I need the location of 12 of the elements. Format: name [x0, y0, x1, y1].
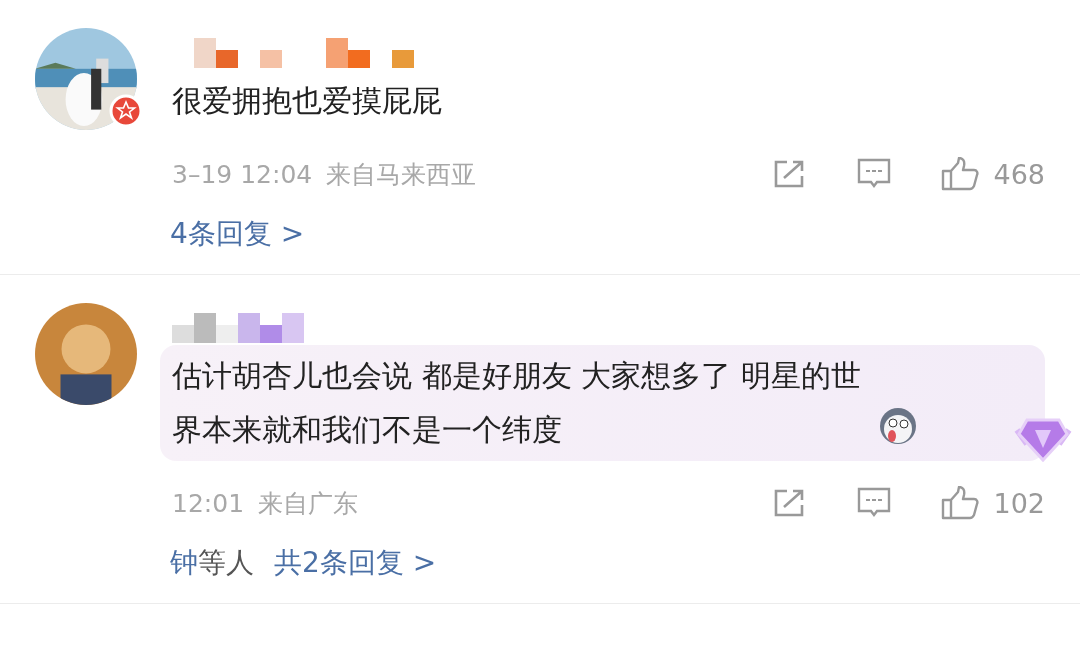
reply-user-link[interactable]: 钟 — [170, 544, 198, 582]
comment-text: 估计胡杏儿也会说 都是好朋友 大家想多了 明星的世界本来就和我们不是一个纬度 — [172, 357, 862, 449]
comment-time: 3–19 12:04 — [172, 159, 313, 189]
comment-location: 来自马来西亚 — [326, 158, 477, 191]
comment-text: 很爱拥抱也爱摸屁屁 — [172, 82, 442, 120]
like-count: 102 — [993, 487, 1045, 519]
like-count: 468 — [993, 158, 1045, 190]
view-replies-link[interactable]: 4条回复 > — [170, 215, 305, 253]
comment-time: 12:01 — [172, 488, 245, 518]
comment-location: 来自广东 — [258, 487, 359, 520]
reply-users-label: 等人 — [198, 545, 254, 581]
view-replies-link[interactable]: 共2条回复 > — [274, 544, 437, 582]
